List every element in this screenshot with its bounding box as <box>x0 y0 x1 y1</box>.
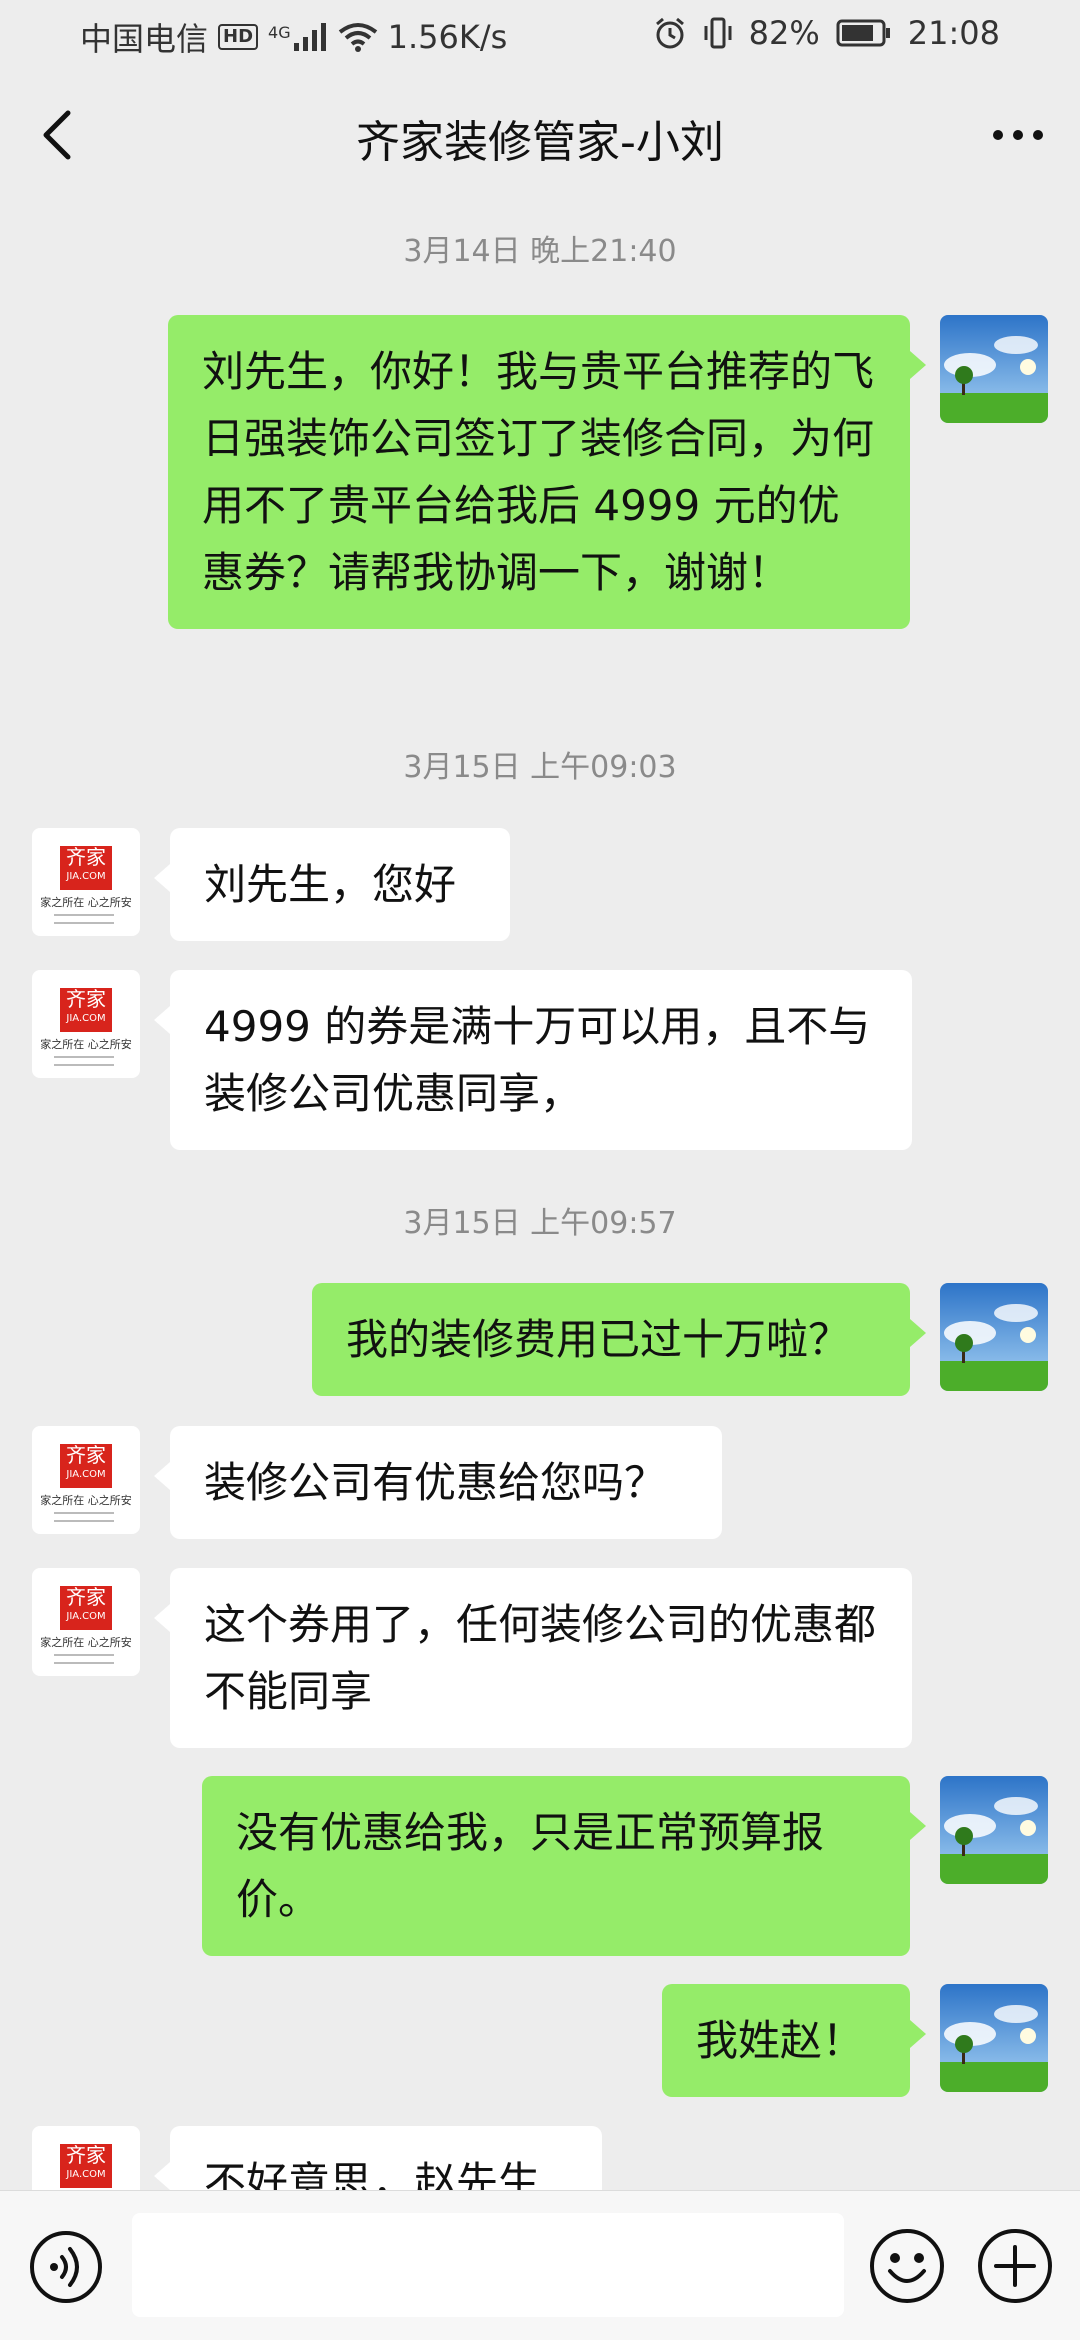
alarm-icon <box>655 17 684 49</box>
agent-avatar[interactable]: 齐家 JIA.COM 家之所在 心之所安 <box>32 970 140 1078</box>
qijia-small-print <box>54 914 114 924</box>
battery-icon <box>836 19 890 47</box>
qijia-logo: 齐家 JIA.COM <box>60 1444 112 1488</box>
qijia-logo-subtext: JIA.COM <box>66 871 106 882</box>
signal-icon: 4G <box>268 23 328 51</box>
agent-message-bubble[interactable]: 刘先生，您好 <box>154 828 510 941</box>
plus-icon <box>978 2229 1052 2303</box>
qijia-logo-text: 齐家 <box>66 987 106 1011</box>
status-bar: 中国电信 HD 4G 1.56K/s 82% 21:08 <box>0 0 1080 70</box>
back-button[interactable] <box>30 107 86 163</box>
message-list[interactable]: 3月14日 晚上21:40 刘先生，你好！我与贵平台推荐的飞日强装饰公司签订了装… <box>0 200 1080 2190</box>
chat-title: 齐家装修管家-小刘 <box>356 117 724 168</box>
chat-header: 齐家装修管家-小刘 <box>0 70 1080 200</box>
emoji-icon <box>870 2229 944 2303</box>
status-left: 中国电信 HD 4G 1.56K/s <box>80 14 507 60</box>
clock: 21:08 <box>907 14 1000 52</box>
landscape-avatar-icon <box>940 1776 1048 1884</box>
qijia-slogan: 家之所在 心之所安 <box>40 896 132 909</box>
voice-button[interactable] <box>28 2229 104 2305</box>
qijia-small-print <box>54 1512 114 1522</box>
qijia-logo: 齐家 JIA.COM <box>60 1586 112 1630</box>
qijia-logo-subtext: JIA.COM <box>66 1469 106 1480</box>
qijia-small-print <box>54 1654 114 1664</box>
wifi-icon <box>338 23 377 52</box>
my-message-bubble[interactable]: 刘先生，你好！我与贵平台推荐的飞日强装饰公司签订了装修合同，为何用不了贵平台给我… <box>168 315 926 629</box>
qijia-logo-subtext: JIA.COM <box>66 1013 106 1024</box>
hd-badge: HD <box>218 24 259 50</box>
agent-avatar[interactable]: 齐家 JIA.COM 家之所在 心之所安 <box>32 828 140 936</box>
agent-message-bubble[interactable]: 4999 的券是满十万可以用，且不与装修公司优惠同享， <box>154 970 912 1150</box>
message-timestamp: 3月15日 上午09:03 <box>403 750 677 785</box>
signal-bars-icon <box>293 23 326 51</box>
message-input[interactable] <box>132 2213 844 2317</box>
my-message-bubble[interactable]: 我姓赵！ <box>662 1984 926 2097</box>
landscape-avatar-icon <box>940 1984 1048 2092</box>
emoji-button[interactable] <box>868 2227 946 2305</box>
agent-avatar[interactable]: 齐家 JIA.COM 家之所在 心之所安 <box>32 1426 140 1534</box>
qijia-slogan: 家之所在 心之所安 <box>40 1636 132 1649</box>
my-message-bubble[interactable]: 没有优惠给我，只是正常预算报价。 <box>202 1776 926 1956</box>
qijia-logo: 齐家 JIA.COM <box>60 846 112 890</box>
my-message-bubble[interactable]: 我的装修费用已过十万啦？ <box>312 1283 926 1396</box>
message-timestamp: 3月15日 上午09:57 <box>403 1206 677 1241</box>
voice-icon <box>30 2231 102 2303</box>
qijia-logo-text: 齐家 <box>66 2143 106 2167</box>
chat-screen: 中国电信 HD 4G 1.56K/s 82% 21:08 齐家装修管家-小刘 3… <box>0 0 1080 2340</box>
agent-message-bubble[interactable]: 装修公司有优惠给您吗？ <box>154 1426 722 1539</box>
qijia-logo: 齐家 JIA.COM <box>60 988 112 1032</box>
my-avatar[interactable] <box>940 1283 1048 1391</box>
qijia-logo-subtext: JIA.COM <box>66 2169 106 2180</box>
my-avatar[interactable] <box>940 315 1048 423</box>
qijia-logo-text: 齐家 <box>66 1585 106 1609</box>
more-functions-button[interactable] <box>976 2227 1054 2305</box>
more-dots-icon <box>993 130 1043 140</box>
qijia-small-print <box>54 1056 114 1066</box>
landscape-avatar-icon <box>940 315 1048 423</box>
qijia-logo-text: 齐家 <box>66 1443 106 1467</box>
qijia-logo-subtext: JIA.COM <box>66 1611 106 1622</box>
qijia-logo-text: 齐家 <box>66 845 106 869</box>
status-right: 82% 21:08 <box>653 14 1000 52</box>
my-avatar[interactable] <box>940 1984 1048 2092</box>
input-bar <box>0 2190 1080 2340</box>
qijia-slogan: 家之所在 心之所安 <box>40 1038 132 1051</box>
agent-avatar[interactable]: 齐家 JIA.COM 家之所在 心之所安 <box>32 2126 140 2190</box>
agent-message-bubble[interactable]: 这个券用了，任何装修公司的优惠都不能同享 <box>154 1568 912 1748</box>
carrier-label: 中国电信 <box>80 20 209 58</box>
message-timestamp: 3月14日 晚上21:40 <box>403 234 677 269</box>
battery-percent: 82% <box>748 14 820 52</box>
chevron-left-icon <box>43 110 71 160</box>
qijia-logo: 齐家 JIA.COM <box>60 2144 112 2188</box>
agent-message-bubble[interactable]: 不好意思，赵先生 <box>154 2126 602 2190</box>
vibrate-icon <box>704 17 732 49</box>
landscape-avatar-icon <box>940 1283 1048 1391</box>
more-button[interactable] <box>986 110 1050 160</box>
agent-avatar[interactable]: 齐家 JIA.COM 家之所在 心之所安 <box>32 1568 140 1676</box>
qijia-slogan: 家之所在 心之所安 <box>40 1494 132 1507</box>
network-type-label: 4G <box>268 23 291 42</box>
my-avatar[interactable] <box>940 1776 1048 1884</box>
network-speed: 1.56K/s <box>387 18 508 56</box>
